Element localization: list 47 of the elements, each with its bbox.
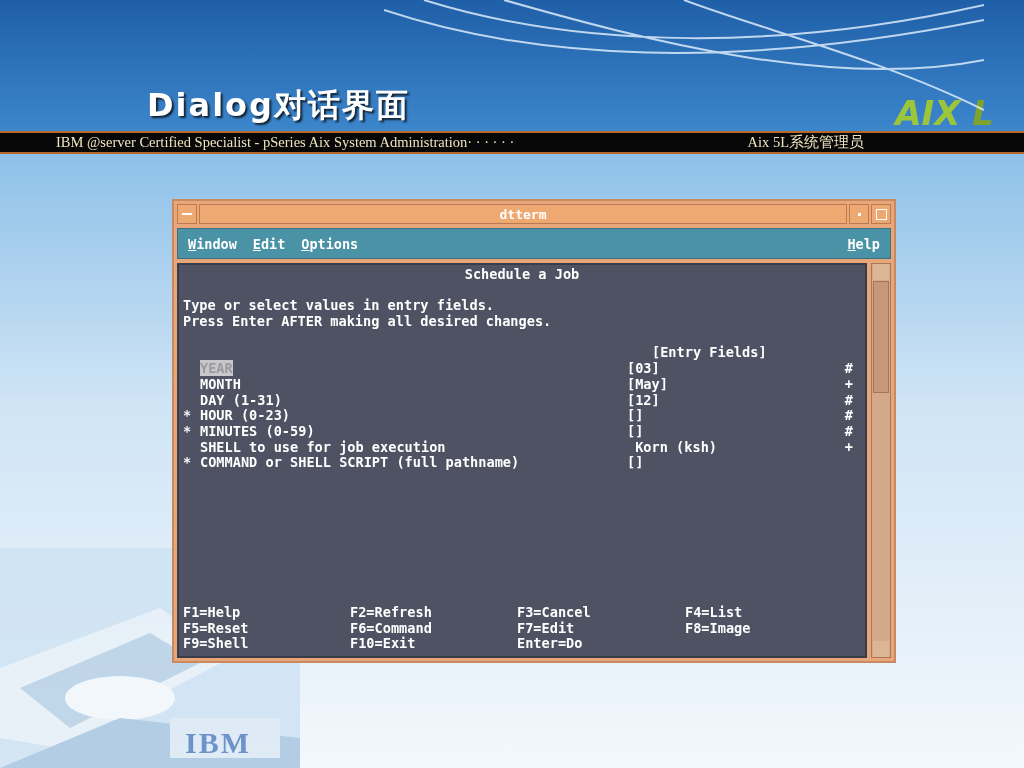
- function-key-hint: F4=List: [685, 604, 744, 621]
- function-key-hint: F5=Reset: [183, 620, 250, 637]
- function-key-hint: F8=Image: [685, 620, 752, 637]
- field-label[interactable]: DAY (1-31): [200, 391, 282, 408]
- function-key-hint: F1=Help: [183, 604, 242, 621]
- window-title: dtterm: [199, 204, 847, 224]
- field-type-mark: #: [844, 407, 853, 424]
- required-mark: *: [183, 423, 192, 439]
- field-type-mark: +: [844, 375, 853, 392]
- function-key-hint: F7=Edit: [517, 620, 576, 637]
- field-label[interactable]: MONTH: [200, 375, 241, 392]
- field-value[interactable]: []: [627, 408, 839, 424]
- field-label[interactable]: SHELL to use for job execution: [200, 438, 446, 455]
- field-type-mark: +: [844, 438, 853, 455]
- menu-item[interactable]: Edit: [252, 235, 286, 252]
- field-type-mark: #: [844, 423, 853, 439]
- function-key-hint: F3=Cancel: [517, 604, 592, 621]
- field-type-mark: #: [844, 360, 853, 377]
- field-label[interactable]: COMMAND or SHELL SCRIPT (full pathname): [200, 454, 520, 471]
- field-value[interactable]: Korn (ksh): [627, 439, 839, 456]
- field-value[interactable]: [May]: [627, 376, 839, 393]
- form-title: Schedule a Job: [463, 267, 581, 283]
- footer-logo: IBM: [185, 726, 251, 760]
- slide-title: Dialog对话界面: [147, 85, 410, 126]
- column-header: [Entry Fields]: [651, 345, 768, 362]
- function-key-hint: F6=Command: [350, 620, 433, 636]
- field-value[interactable]: []: [627, 424, 839, 440]
- field-value[interactable]: [12]: [627, 392, 839, 409]
- required-mark: *: [183, 407, 192, 424]
- menu-item[interactable]: Window: [188, 235, 237, 252]
- course-name: Aix 5L系统管理员: [747, 133, 864, 152]
- instruction-text: Press Enter AFTER making all desired changes.: [183, 314, 553, 330]
- menu-item[interactable]: Help: [847, 235, 880, 252]
- required-mark: *: [183, 454, 192, 471]
- function-key-hint: Enter=Do: [517, 636, 584, 652]
- function-key-hint: F10=Exit: [350, 636, 417, 652]
- menu-item[interactable]: Options: [301, 235, 359, 252]
- logo: AIX L: [895, 95, 994, 131]
- field-label[interactable]: MINUTES (0-59): [200, 423, 315, 439]
- field-type-mark: #: [844, 391, 853, 408]
- function-key-hint: F9=Shell: [183, 636, 250, 652]
- field-label[interactable]: HOUR (0-23): [200, 407, 291, 424]
- instruction-text: Type or select values in entry fields.: [183, 298, 495, 314]
- field-value[interactable]: [03]: [627, 361, 839, 377]
- banner-text: IBM @server Certified Specialist - pSeries Aix System Administration· · · · · ·: [56, 134, 515, 151]
- field-value[interactable]: []: [627, 455, 839, 472]
- function-key-hint: F2=Refresh: [350, 604, 433, 621]
